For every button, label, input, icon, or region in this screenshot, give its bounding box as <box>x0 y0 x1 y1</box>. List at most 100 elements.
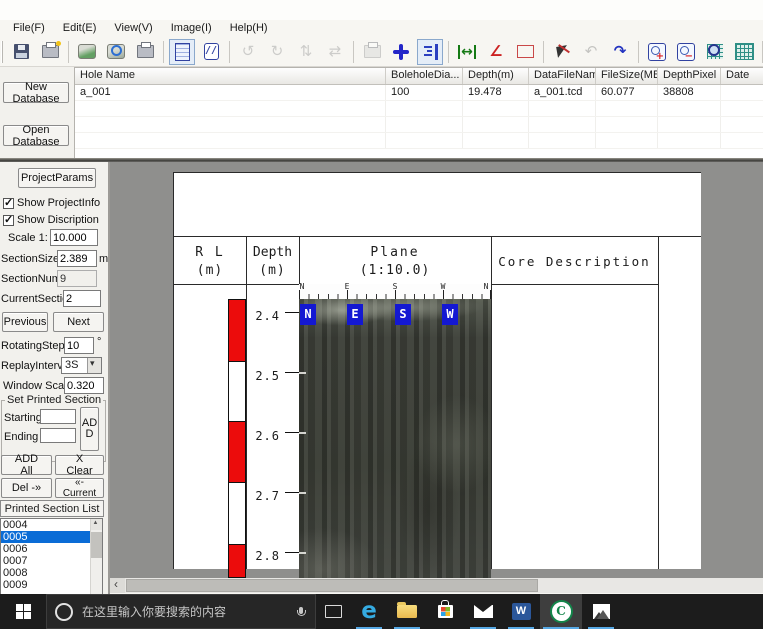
measure-angle-icon[interactable]: ∠ <box>483 39 509 65</box>
rotate-right-icon[interactable]: ↻ <box>264 39 290 65</box>
clear-button[interactable]: X Clear <box>55 455 104 475</box>
crosshair-icon[interactable] <box>388 39 414 65</box>
current-section-input[interactable] <box>63 290 101 307</box>
column-header[interactable]: Depth(m) <box>463 68 529 84</box>
list-item[interactable]: 0007 <box>1 555 102 567</box>
printed-section-list-header: Printed Section List <box>0 500 104 517</box>
replay-interval-dropdown[interactable]: 3S <box>61 357 102 374</box>
menu-help[interactable]: Help(H) <box>221 20 277 37</box>
save-icon[interactable] <box>8 39 34 65</box>
printed-section-list[interactable]: 0004 0005 0006 0007 0008 0009 <box>0 518 103 595</box>
list-item[interactable]: 0009 <box>1 579 102 591</box>
print-icon[interactable] <box>132 39 158 65</box>
column-header[interactable]: BoleholeDia... <box>386 68 463 84</box>
taskbar-store-button[interactable] <box>426 594 464 629</box>
taskbar-edge-button[interactable]: e <box>350 594 388 629</box>
previous-button[interactable]: Previous <box>2 312 48 332</box>
horizontal-scrollbar[interactable] <box>110 578 763 593</box>
taskbar-mail-button[interactable] <box>464 594 502 629</box>
scroll-up-arrow-icon[interactable] <box>91 519 102 530</box>
starting-input[interactable] <box>40 409 76 424</box>
delete-button[interactable]: Del -» <box>1 478 52 498</box>
next-button[interactable]: Next <box>53 312 104 332</box>
taskbar-photos-button[interactable] <box>582 594 620 629</box>
menu-view[interactable]: View(V) <box>105 20 161 37</box>
ending-input[interactable] <box>40 428 76 443</box>
print-setup-icon[interactable] <box>37 39 63 65</box>
orientation-badge-w: W <box>442 304 458 325</box>
scroll-left-arrow-icon[interactable] <box>110 578 125 593</box>
grid-icon[interactable] <box>731 39 757 65</box>
capture-icon[interactable] <box>359 39 385 65</box>
taskbar-word-button[interactable]: W <box>502 594 540 629</box>
section-size-input[interactable] <box>57 250 97 267</box>
microphone-icon[interactable] <box>297 607 305 617</box>
list-scrollbar-thumb[interactable] <box>91 532 102 558</box>
show-projectinfo-checkbox[interactable] <box>3 198 14 209</box>
new-database-button[interactable]: New Database <box>3 82 69 103</box>
redo-icon[interactable]: ↷ <box>607 39 633 65</box>
rl-header: R L <box>174 245 246 260</box>
set-printed-section-label: Set Printed Section <box>5 394 103 406</box>
list-item[interactable]: 0006 <box>1 543 102 555</box>
list-item[interactable]: 0008 <box>1 567 102 579</box>
window-scale-input[interactable] <box>64 377 104 394</box>
measure-arrow-icon[interactable] <box>549 39 575 65</box>
menu-file[interactable]: File(F) <box>4 20 54 37</box>
start-button[interactable] <box>0 594 46 629</box>
measure-rect-icon[interactable] <box>512 39 538 65</box>
hscroll-thumb[interactable] <box>126 579 538 592</box>
taskbar-core-app-button[interactable]: C <box>540 594 582 629</box>
log-sheet-page: R L (m) Depth (m) Plane (1:10.0) Core De… <box>173 172 701 569</box>
table-row-empty <box>75 133 763 149</box>
search-image-icon[interactable] <box>103 39 129 65</box>
column-header[interactable]: DepthPixel <box>658 68 721 84</box>
flip-horizontal-icon[interactable]: ⇄ <box>322 39 348 65</box>
rl-scale-bar <box>228 299 246 578</box>
current-button[interactable]: «-Current <box>55 478 104 498</box>
zoom-grid-icon[interactable] <box>702 39 728 65</box>
depth-tick <box>285 372 299 373</box>
list-item-selected[interactable]: 0005 <box>1 531 102 543</box>
plane-scale: (1:10.0) <box>299 263 491 278</box>
list-scrollbar[interactable] <box>90 519 102 594</box>
dropdown-arrow-icon[interactable] <box>87 358 101 373</box>
scale-input[interactable] <box>50 229 98 246</box>
clear-image-icon[interactable]: // <box>198 39 224 65</box>
core-unrolled-image[interactable]: N E S W <box>299 299 491 578</box>
show-discription-checkbox[interactable] <box>3 215 14 226</box>
menu-image[interactable]: Image(I) <box>162 20 221 37</box>
rotating-step-input[interactable] <box>64 337 94 354</box>
zoom-out-icon[interactable]: − <box>673 39 699 65</box>
project-params-button[interactable]: ProjectParams <box>18 168 96 188</box>
scan-icon[interactable] <box>74 39 100 65</box>
undo-icon[interactable]: ↶ <box>578 39 604 65</box>
depth-ruler-icon[interactable] <box>417 39 443 65</box>
table-row[interactable]: a_001 100 19.478 a_001.tcd 60.077 38808 <box>75 85 763 101</box>
column-header[interactable]: DataFileName <box>529 68 596 84</box>
starting-label: Starting <box>4 411 42 426</box>
image-depth-tick <box>299 492 306 494</box>
measure-width-icon[interactable]: ↔ <box>454 39 480 65</box>
orientation-badge-n: N <box>300 304 316 325</box>
depth-header: Depth <box>246 245 299 260</box>
rotate-left-icon[interactable]: ↺ <box>235 39 261 65</box>
add-all-button[interactable]: ADD All <box>1 455 52 475</box>
column-header[interactable]: Date <box>721 68 763 84</box>
task-view-icon <box>325 605 342 618</box>
add-section-button[interactable]: ADD <box>80 407 99 451</box>
search-input[interactable] <box>80 604 290 620</box>
open-database-button[interactable]: Open Database <box>3 125 69 146</box>
taskbar-search-box[interactable] <box>46 594 316 629</box>
column-header[interactable]: Hole Name <box>75 68 386 84</box>
taskbar-file-explorer-button[interactable] <box>388 594 426 629</box>
rl-segment-red <box>229 544 245 577</box>
zoom-in-icon[interactable]: + <box>644 39 670 65</box>
task-view-button[interactable] <box>316 594 350 629</box>
table-view-icon[interactable] <box>169 39 195 65</box>
compass-label: E <box>341 282 353 291</box>
column-header[interactable]: FileSize(MB) <box>596 68 658 84</box>
list-item[interactable]: 0004 <box>1 519 102 531</box>
flip-vertical-icon[interactable]: ⇅ <box>293 39 319 65</box>
menu-edit[interactable]: Edit(E) <box>54 20 106 37</box>
